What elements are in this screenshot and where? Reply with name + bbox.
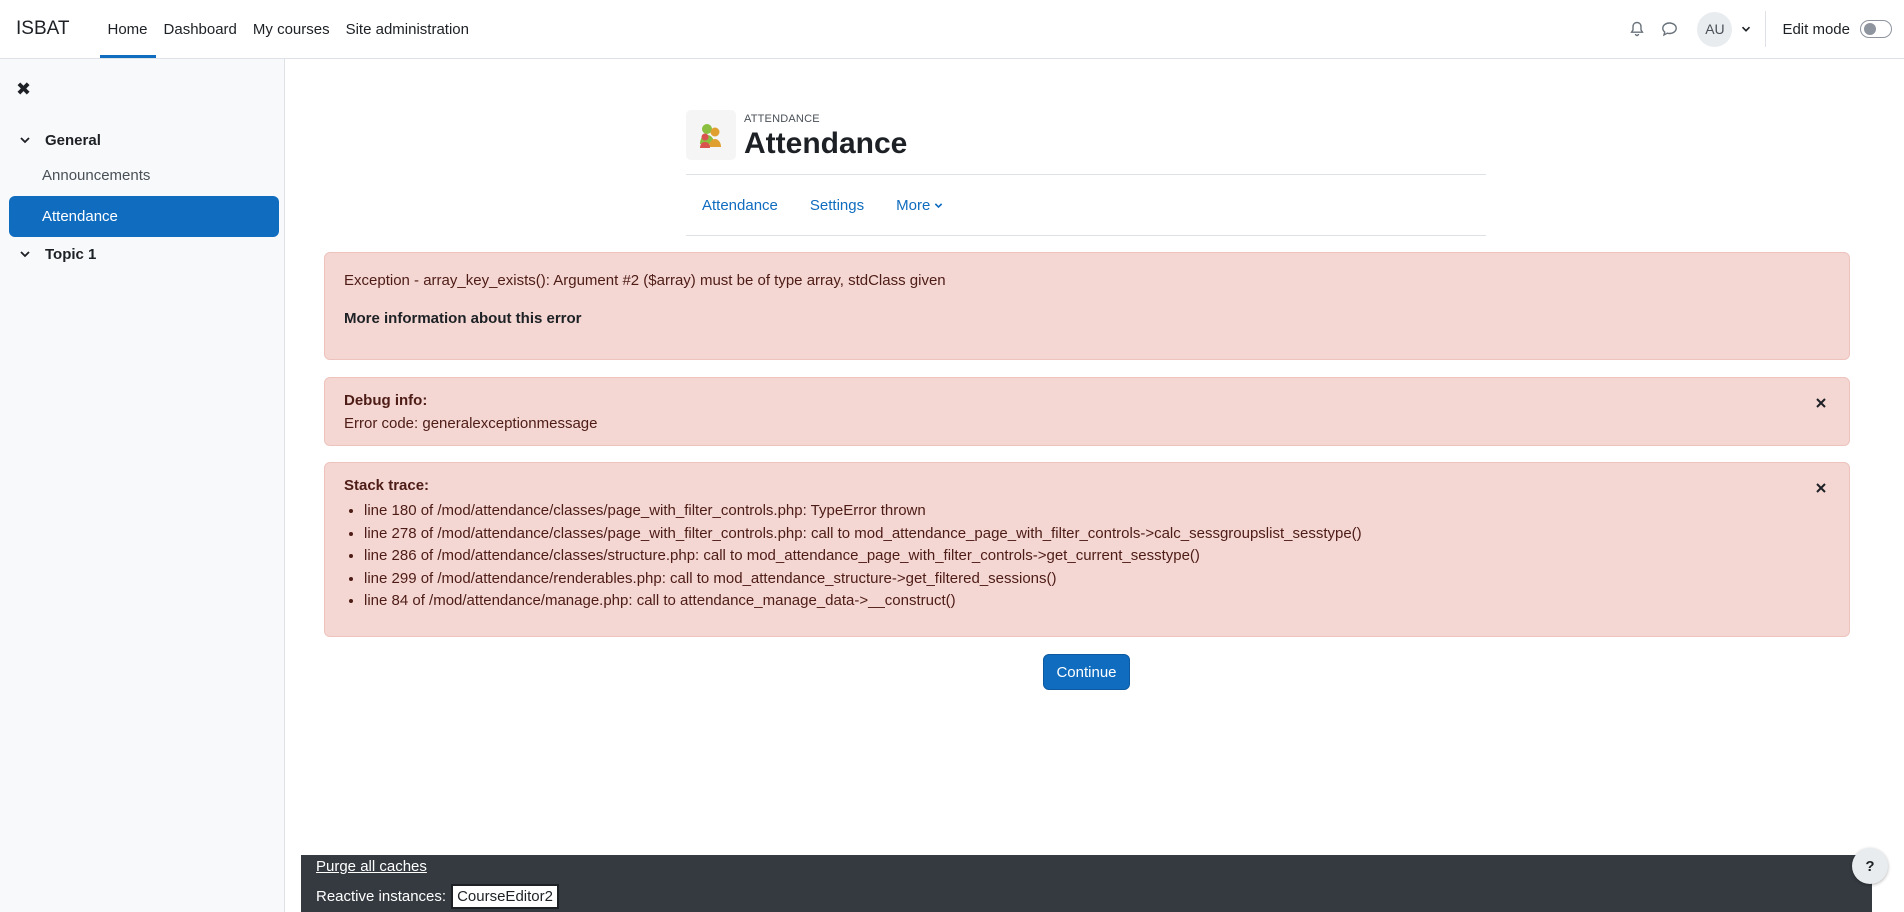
error-code: Error code: generalexceptionmessage xyxy=(344,415,598,432)
exception-message: Exception - array_key_exists(): Argument… xyxy=(344,272,946,289)
page-title: Attendance xyxy=(744,127,908,160)
section-topic-1[interactable]: Topic 1 xyxy=(9,239,279,269)
activity-type-label: ATTENDANCE xyxy=(744,113,820,125)
debug-footer: Purge all caches Reactive instances: Cou… xyxy=(301,855,1872,912)
chat-icon[interactable] xyxy=(1653,0,1685,58)
stack-trace-line: line 286 of /mod/attendance/classes/stru… xyxy=(364,545,1362,568)
debug-info-title: Debug info: xyxy=(344,392,428,409)
user-menu[interactable]: AU xyxy=(1697,11,1767,47)
nav-my-courses[interactable]: My courses xyxy=(245,0,338,58)
toggle-knob xyxy=(1864,23,1876,35)
chevron-down-icon[interactable] xyxy=(934,201,943,210)
debug-info-alert: Debug info: Error code: generalexception… xyxy=(324,377,1850,446)
tab-more-label[interactable]: More xyxy=(896,197,930,214)
edit-mode-control: Edit mode xyxy=(1766,20,1904,38)
purge-caches-link[interactable]: Purge all caches xyxy=(316,858,427,875)
tab-attendance[interactable]: Attendance xyxy=(702,197,778,214)
section-title[interactable]: General xyxy=(45,132,101,149)
course-editor-button[interactable]: CourseEditor2 xyxy=(451,884,559,909)
chevron-down-icon[interactable] xyxy=(19,248,33,260)
section-general[interactable]: General xyxy=(9,125,279,155)
stack-trace-title: Stack trace: xyxy=(344,477,430,494)
navbar-right: AU Edit mode xyxy=(1621,0,1904,58)
close-icon[interactable] xyxy=(1813,395,1829,411)
stack-trace-alert: Stack trace: line 180 of /mod/attendance… xyxy=(324,462,1850,637)
more-info-toggle[interactable]: More information about this error xyxy=(344,310,582,327)
stack-trace-line: line 299 of /mod/attendance/renderables.… xyxy=(364,568,1362,591)
nav-site-administration[interactable]: Site administration xyxy=(338,0,477,58)
close-icon[interactable] xyxy=(1813,480,1829,496)
chevron-down-icon[interactable] xyxy=(19,134,33,146)
nav-dashboard[interactable]: Dashboard xyxy=(156,0,245,58)
stack-trace-list: line 180 of /mod/attendance/classes/page… xyxy=(364,500,1362,613)
avatar[interactable]: AU xyxy=(1697,11,1733,47)
chevron-down-icon[interactable] xyxy=(1741,24,1751,34)
edit-mode-label: Edit mode xyxy=(1782,20,1850,38)
stack-trace-line: line 278 of /mod/attendance/classes/page… xyxy=(364,523,1362,546)
primary-navigation: Home Dashboard My courses Site administr… xyxy=(99,0,478,58)
secondary-navigation: Attendance Settings More xyxy=(686,174,1486,236)
edit-mode-toggle[interactable] xyxy=(1860,20,1892,38)
bell-icon[interactable] xyxy=(1621,0,1653,58)
course-index-item-announcements[interactable]: Announcements xyxy=(9,155,279,196)
reactive-instances-label: Reactive instances: xyxy=(316,888,447,905)
section-title[interactable]: Topic 1 xyxy=(45,246,96,263)
exception-alert: Exception - array_key_exists(): Argument… xyxy=(324,252,1850,360)
tab-more[interactable]: More xyxy=(896,197,943,214)
help-button[interactable]: ? xyxy=(1852,848,1888,884)
course-index-drawer: ✖ General Announcements Attendance Topic… xyxy=(0,59,285,912)
tab-settings[interactable]: Settings xyxy=(810,197,864,214)
nav-home[interactable]: Home xyxy=(99,0,156,58)
course-index: General Announcements Attendance Topic 1 xyxy=(9,125,279,269)
stack-trace-line: line 180 of /mod/attendance/classes/page… xyxy=(364,500,1362,523)
continue-button[interactable]: Continue xyxy=(1043,654,1130,690)
attendance-icon xyxy=(686,110,736,160)
reactive-instances: Reactive instances: CourseEditor2 xyxy=(316,884,559,909)
course-index-item-attendance[interactable]: Attendance xyxy=(9,196,279,237)
close-icon[interactable]: ✖ xyxy=(16,79,31,100)
top-navbar: ISBAT Home Dashboard My courses Site adm… xyxy=(0,0,1904,59)
site-brand[interactable]: ISBAT xyxy=(0,0,86,58)
stack-trace-line: line 84 of /mod/attendance/manage.php: c… xyxy=(364,590,1362,613)
